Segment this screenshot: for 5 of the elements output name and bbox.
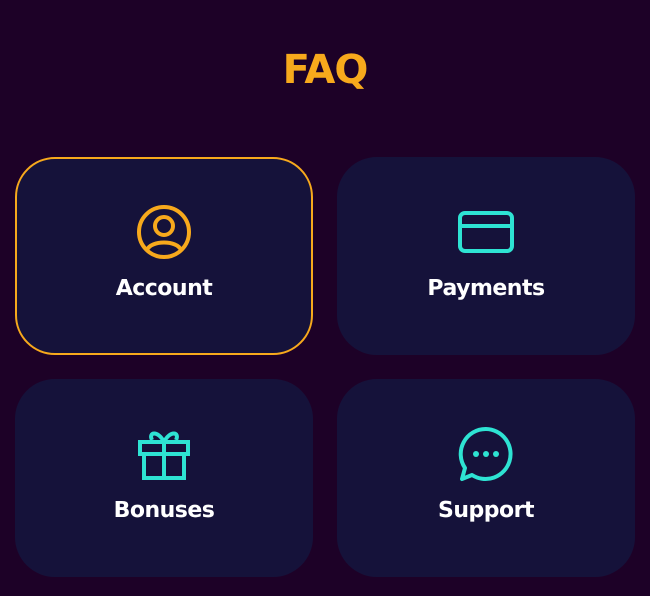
- category-card[interactable]: Payments: [337, 157, 635, 355]
- category-card[interactable]: Account: [15, 157, 313, 355]
- category-card[interactable]: Support: [337, 379, 635, 577]
- category-card[interactable]: Bonuses: [15, 379, 313, 577]
- page-title: FAQ: [282, 46, 368, 95]
